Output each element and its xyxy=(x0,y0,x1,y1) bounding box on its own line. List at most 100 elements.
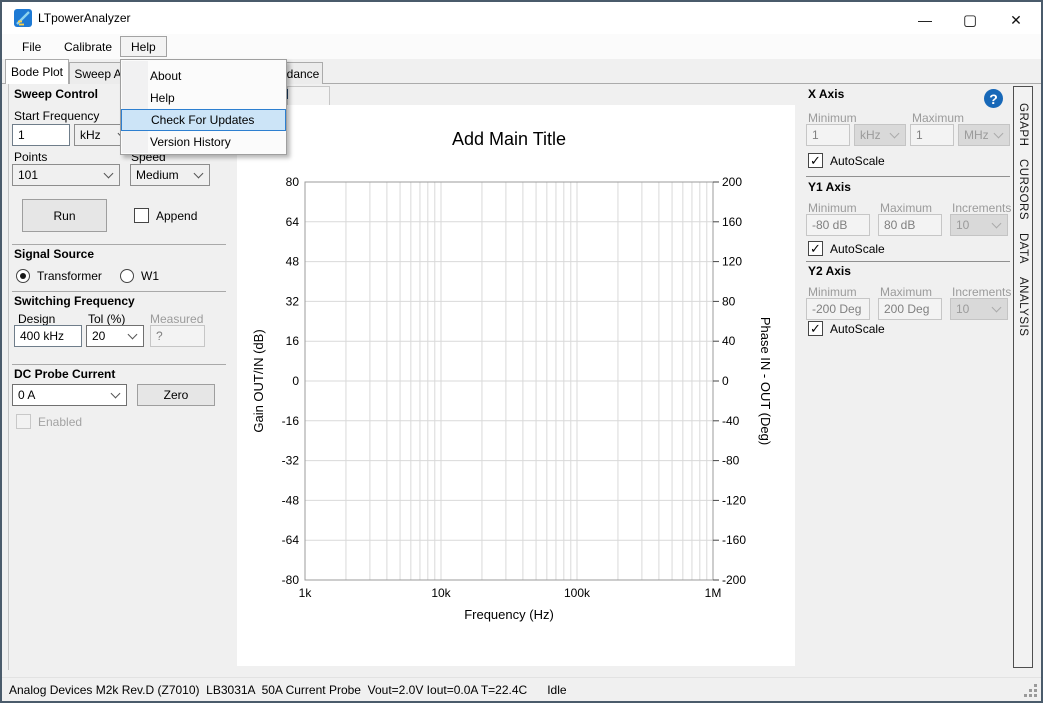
maximize-button[interactable]: ▢ xyxy=(960,10,980,30)
checkbox-icon xyxy=(134,208,149,223)
y2-increments-select: 10 xyxy=(950,298,1008,320)
divider xyxy=(806,176,1010,177)
y2-increments-value: 10 xyxy=(956,302,969,316)
w1-radio[interactable]: W1 xyxy=(120,269,159,283)
y2-increments-label: Increments xyxy=(952,285,1011,299)
x-max-unit-value: MHz xyxy=(964,128,989,142)
menu-item-calibrate[interactable]: Calibrate xyxy=(54,36,122,57)
run-button[interactable]: Run xyxy=(22,199,107,232)
x-max-label: Maximum xyxy=(912,111,964,125)
svg-text:48: 48 xyxy=(286,255,300,269)
sweep-control-title: Sweep Control xyxy=(14,87,98,101)
sub-tab-partial[interactable] xyxy=(287,86,330,105)
x-max-unit-select: MHz xyxy=(958,124,1010,146)
design-label: Design xyxy=(18,312,55,326)
close-button[interactable]: ✕ xyxy=(1006,10,1026,30)
y1-axis-title: Y1 Axis xyxy=(808,180,851,194)
tab-sweep-partial[interactable]: Sweep A xyxy=(69,62,127,84)
y1-autoscale-checkbox[interactable]: AutoScale xyxy=(808,241,885,256)
transformer-label: Transformer xyxy=(37,269,102,283)
transformer-radio[interactable]: Transformer xyxy=(16,269,102,283)
tol-select[interactable]: 20 xyxy=(86,325,144,347)
y1-increments-label: Increments xyxy=(952,201,1011,215)
radio-icon xyxy=(120,269,134,283)
svg-text:0: 0 xyxy=(292,374,299,388)
tab-impedance-fragment[interactable]: dance xyxy=(283,62,323,84)
measured-input xyxy=(150,325,205,347)
y1-autoscale-label: AutoScale xyxy=(830,242,885,256)
menu-item-version-history[interactable]: Version History xyxy=(121,131,286,153)
svg-text:1k: 1k xyxy=(299,586,313,600)
append-checkbox[interactable]: Append xyxy=(134,208,197,223)
x-min-label: Minimum xyxy=(808,111,857,125)
zero-button[interactable]: Zero xyxy=(137,384,215,406)
tab-bode-plot[interactable]: Bode Plot xyxy=(5,59,69,84)
svg-text:120: 120 xyxy=(722,255,742,269)
enabled-checkbox: Enabled xyxy=(16,414,82,429)
side-tab-analysis[interactable]: ANALYSIS xyxy=(1017,277,1029,336)
start-frequency-input[interactable] xyxy=(12,124,70,146)
radio-selected-icon xyxy=(16,269,30,283)
y1-min-label: Minimum xyxy=(808,201,857,215)
divider xyxy=(806,261,1010,262)
svg-text:32: 32 xyxy=(286,294,300,308)
chevron-down-icon xyxy=(890,128,900,138)
minimize-button[interactable]: — xyxy=(915,10,935,30)
svg-text:-200: -200 xyxy=(722,573,746,587)
x-min-unit-select: kHz xyxy=(854,124,906,146)
x-autoscale-label: AutoScale xyxy=(830,154,885,168)
design-input[interactable] xyxy=(14,325,82,347)
dc-current-select[interactable]: 0 A xyxy=(12,384,127,406)
menu-item-file[interactable]: File xyxy=(12,36,51,57)
y2-max-label: Maximum xyxy=(880,285,932,299)
svg-text:160: 160 xyxy=(722,215,742,229)
points-label: Points xyxy=(14,150,47,164)
svg-text:10k: 10k xyxy=(431,586,451,600)
help-icon[interactable]: ? xyxy=(984,89,1003,108)
chevron-down-icon xyxy=(111,388,121,398)
points-select[interactable]: 101 xyxy=(12,164,120,186)
w1-label: W1 xyxy=(141,269,159,283)
svg-text:-16: -16 xyxy=(282,414,300,428)
resize-grip[interactable] xyxy=(1025,685,1037,697)
menu-bar: File Calibrate Help xyxy=(2,34,1041,59)
append-label: Append xyxy=(156,209,197,223)
window-title: LTpowerAnalyzer xyxy=(38,11,130,25)
y2-autoscale-checkbox[interactable]: AutoScale xyxy=(808,321,885,336)
chevron-down-icon xyxy=(992,218,1002,228)
y2-max-input xyxy=(878,298,942,320)
divider xyxy=(12,364,226,365)
side-tab-cursors[interactable]: CURSORS xyxy=(1017,159,1029,220)
checkbox-checked-icon xyxy=(808,321,823,336)
enabled-label: Enabled xyxy=(38,415,82,429)
status-bar: Analog Devices M2k Rev.D (Z7010) LB3031A… xyxy=(2,677,1041,701)
app-icon xyxy=(14,9,32,27)
y1-max-input xyxy=(878,214,942,236)
signal-source-title: Signal Source xyxy=(14,247,94,261)
checkbox-checked-icon xyxy=(808,153,823,168)
x-autoscale-checkbox[interactable]: AutoScale xyxy=(808,153,885,168)
menu-item-about[interactable]: About xyxy=(121,65,286,87)
svg-text:-32: -32 xyxy=(282,454,300,468)
status-state-text: Idle xyxy=(547,683,566,697)
menu-item-check-for-updates[interactable]: Check For Updates xyxy=(121,109,286,131)
svg-text:80: 80 xyxy=(722,294,736,308)
speed-select[interactable]: Medium xyxy=(130,164,210,186)
side-tab-graph[interactable]: GRAPH xyxy=(1017,103,1029,146)
y1-min-input xyxy=(806,214,870,236)
side-tab-strip: GRAPH CURSORS DATA ANALYSIS xyxy=(1013,86,1033,668)
svg-text:-80: -80 xyxy=(282,573,300,587)
svg-text:Frequency (Hz): Frequency (Hz) xyxy=(464,607,554,622)
svg-text:200: 200 xyxy=(722,175,742,189)
menu-item-help-entry[interactable]: Help xyxy=(121,87,286,109)
y2-min-input xyxy=(806,298,870,320)
dc-current-value: 0 A xyxy=(18,388,35,402)
dc-probe-current-title: DC Probe Current xyxy=(14,367,115,381)
x-axis-title: X Axis xyxy=(808,87,844,101)
side-tab-data[interactable]: DATA xyxy=(1017,233,1029,264)
divider xyxy=(12,244,226,245)
checkbox-disabled-icon xyxy=(16,414,31,429)
speed-value: Medium xyxy=(136,168,179,182)
menu-item-help[interactable]: Help xyxy=(120,36,167,57)
left-panel-border xyxy=(8,84,9,670)
